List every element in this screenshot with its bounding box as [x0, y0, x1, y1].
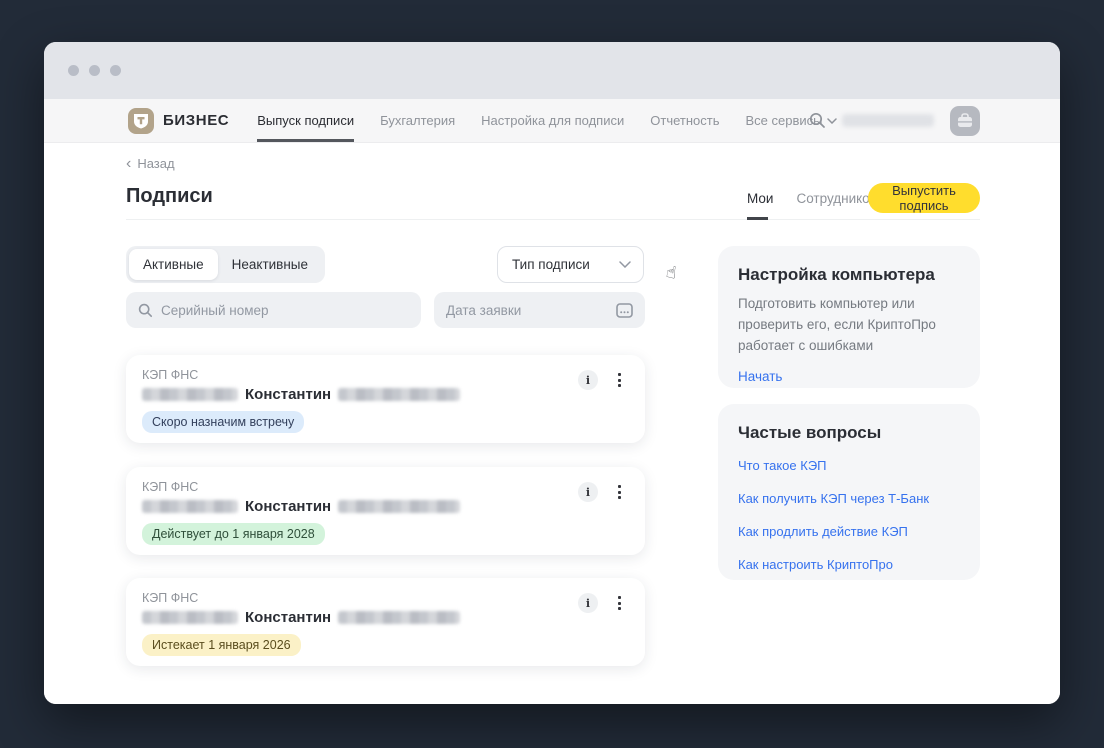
filter-inactive[interactable]: Неактивные — [218, 249, 322, 280]
nav-right-group — [809, 99, 980, 142]
window-control-dot[interactable] — [68, 65, 79, 76]
faq-card: Частые вопросы Что такое КЭП Как получит… — [718, 404, 980, 580]
patronymic-redacted — [338, 611, 460, 624]
setup-card-body: Подготовить компьютер или проверить его,… — [738, 294, 960, 357]
nav-item-reporting[interactable]: Отчетность — [650, 99, 719, 142]
serial-number-field — [126, 292, 421, 328]
filter-active[interactable]: Активные — [129, 249, 218, 280]
main-menu: Выпуск подписи Бухгалтерия Настройка для… — [257, 99, 837, 142]
window-control-dot[interactable] — [110, 65, 121, 76]
surname-redacted — [142, 611, 238, 624]
kebab-menu-icon[interactable] — [616, 371, 623, 389]
window-titlebar — [44, 42, 1060, 99]
page-content: ‹ Назад Подписи Мои Сотрудников Выпустит… — [44, 143, 1060, 704]
kebab-menu-icon[interactable] — [616, 594, 623, 612]
page-title: Подписи — [126, 185, 213, 208]
certificate-type: КЭП ФНС — [142, 480, 629, 494]
window-control-dot[interactable] — [89, 65, 100, 76]
application-date-input[interactable] — [446, 303, 608, 318]
nav-item-signature-issue[interactable]: Выпуск подписи — [257, 99, 354, 142]
active-tab-underline — [747, 217, 768, 220]
status-filter-segmented: Активные Неактивные — [126, 246, 325, 283]
nav-item-label: Отчетность — [650, 113, 719, 128]
certificate-name-row: Константин — [142, 386, 629, 403]
brand-logo[interactable]: БИЗНЕС — [128, 108, 229, 134]
nav-item-label: Бухгалтерия — [380, 113, 455, 128]
app-window: БИЗНЕС Выпуск подписи Бухгалтерия Настро… — [44, 42, 1060, 704]
nav-item-signature-setup[interactable]: Настройка для подписи — [481, 99, 624, 142]
certificate-name-row: Константин — [142, 498, 629, 515]
nav-item-label: Настройка для подписи — [481, 113, 624, 128]
status-badge: Истекает 1 января 2026 — [142, 634, 301, 656]
certificate-first-name: Константин — [245, 609, 331, 626]
patronymic-redacted — [338, 388, 460, 401]
nav-item-label: Выпуск подписи — [257, 113, 354, 128]
info-icon[interactable]: i — [578, 482, 598, 502]
setup-card-title: Настройка компьютера — [738, 265, 960, 285]
chevron-left-icon: ‹ — [126, 158, 131, 170]
faq-links: Что такое КЭП Как получить КЭП через Т-Б… — [738, 458, 960, 572]
certificate-type: КЭП ФНС — [142, 591, 629, 605]
card-actions: i — [578, 482, 623, 502]
surname-redacted — [142, 388, 238, 401]
header-divider — [126, 219, 980, 220]
briefcase-icon — [957, 113, 973, 128]
faq-card-title: Частые вопросы — [738, 423, 960, 443]
issue-signature-button[interactable]: Выпустить подпись — [868, 183, 980, 213]
chevron-down-icon — [619, 261, 631, 268]
certificate-first-name: Константин — [245, 386, 331, 403]
surname-redacted — [142, 500, 238, 513]
status-badge: Действует до 1 января 2028 — [142, 523, 325, 545]
certificate-first-name: Константин — [245, 498, 331, 515]
patronymic-redacted — [338, 500, 460, 513]
card-actions: i — [578, 593, 623, 613]
search-icon — [138, 303, 153, 318]
faq-link-extend-kep[interactable]: Как продлить действие КЭП — [738, 524, 960, 539]
tab-my[interactable]: Мои — [747, 191, 773, 206]
certificate-card[interactable]: КЭП ФНС Константин Истекает 1 января 202… — [126, 578, 645, 666]
top-nav: БИЗНЕС Выпуск подписи Бухгалтерия Настро… — [44, 99, 1060, 143]
owner-tabs: Мои Сотрудников — [747, 191, 877, 206]
certificate-card[interactable]: КЭП ФНС Константин Скоро назначим встреч… — [126, 355, 645, 443]
certificate-card[interactable]: КЭП ФНС Константин Действует до 1 января… — [126, 467, 645, 555]
start-link[interactable]: Начать — [738, 369, 782, 384]
signature-type-select[interactable]: Тип подписи — [497, 246, 644, 283]
brand-name: БИЗНЕС — [163, 112, 229, 129]
search-icon[interactable] — [809, 112, 826, 129]
faq-link-setup-cryptopro[interactable]: Как настроить КриптоПро — [738, 557, 960, 572]
back-link[interactable]: ‹ Назад — [126, 156, 175, 171]
status-badge: Скоро назначим встречу — [142, 411, 304, 433]
faq-link-what-is-kep[interactable]: Что такое КЭП — [738, 458, 960, 473]
nav-item-accounting[interactable]: Бухгалтерия — [380, 99, 455, 142]
application-date-field — [434, 292, 645, 328]
info-icon[interactable]: i — [578, 370, 598, 390]
select-value: Тип подписи — [512, 257, 590, 272]
tab-employees[interactable]: Сотрудников — [796, 191, 876, 206]
card-actions: i — [578, 370, 623, 390]
calendar-icon[interactable] — [616, 303, 633, 318]
info-icon[interactable]: i — [578, 593, 598, 613]
computer-setup-card: Настройка компьютера Подготовить компьют… — [718, 246, 980, 388]
back-label: Назад — [137, 156, 174, 171]
profile-avatar[interactable] — [950, 106, 980, 136]
certificate-type: КЭП ФНС — [142, 368, 629, 382]
serial-number-input[interactable] — [161, 303, 409, 318]
kebab-menu-icon[interactable] — [616, 483, 623, 501]
user-name-redacted — [842, 114, 934, 127]
certificate-name-row: Константин — [142, 609, 629, 626]
faq-link-get-kep[interactable]: Как получить КЭП через Т-Банк — [738, 491, 960, 506]
tbank-shield-icon — [128, 108, 154, 134]
hand-cursor-icon: ☝ — [665, 262, 678, 283]
